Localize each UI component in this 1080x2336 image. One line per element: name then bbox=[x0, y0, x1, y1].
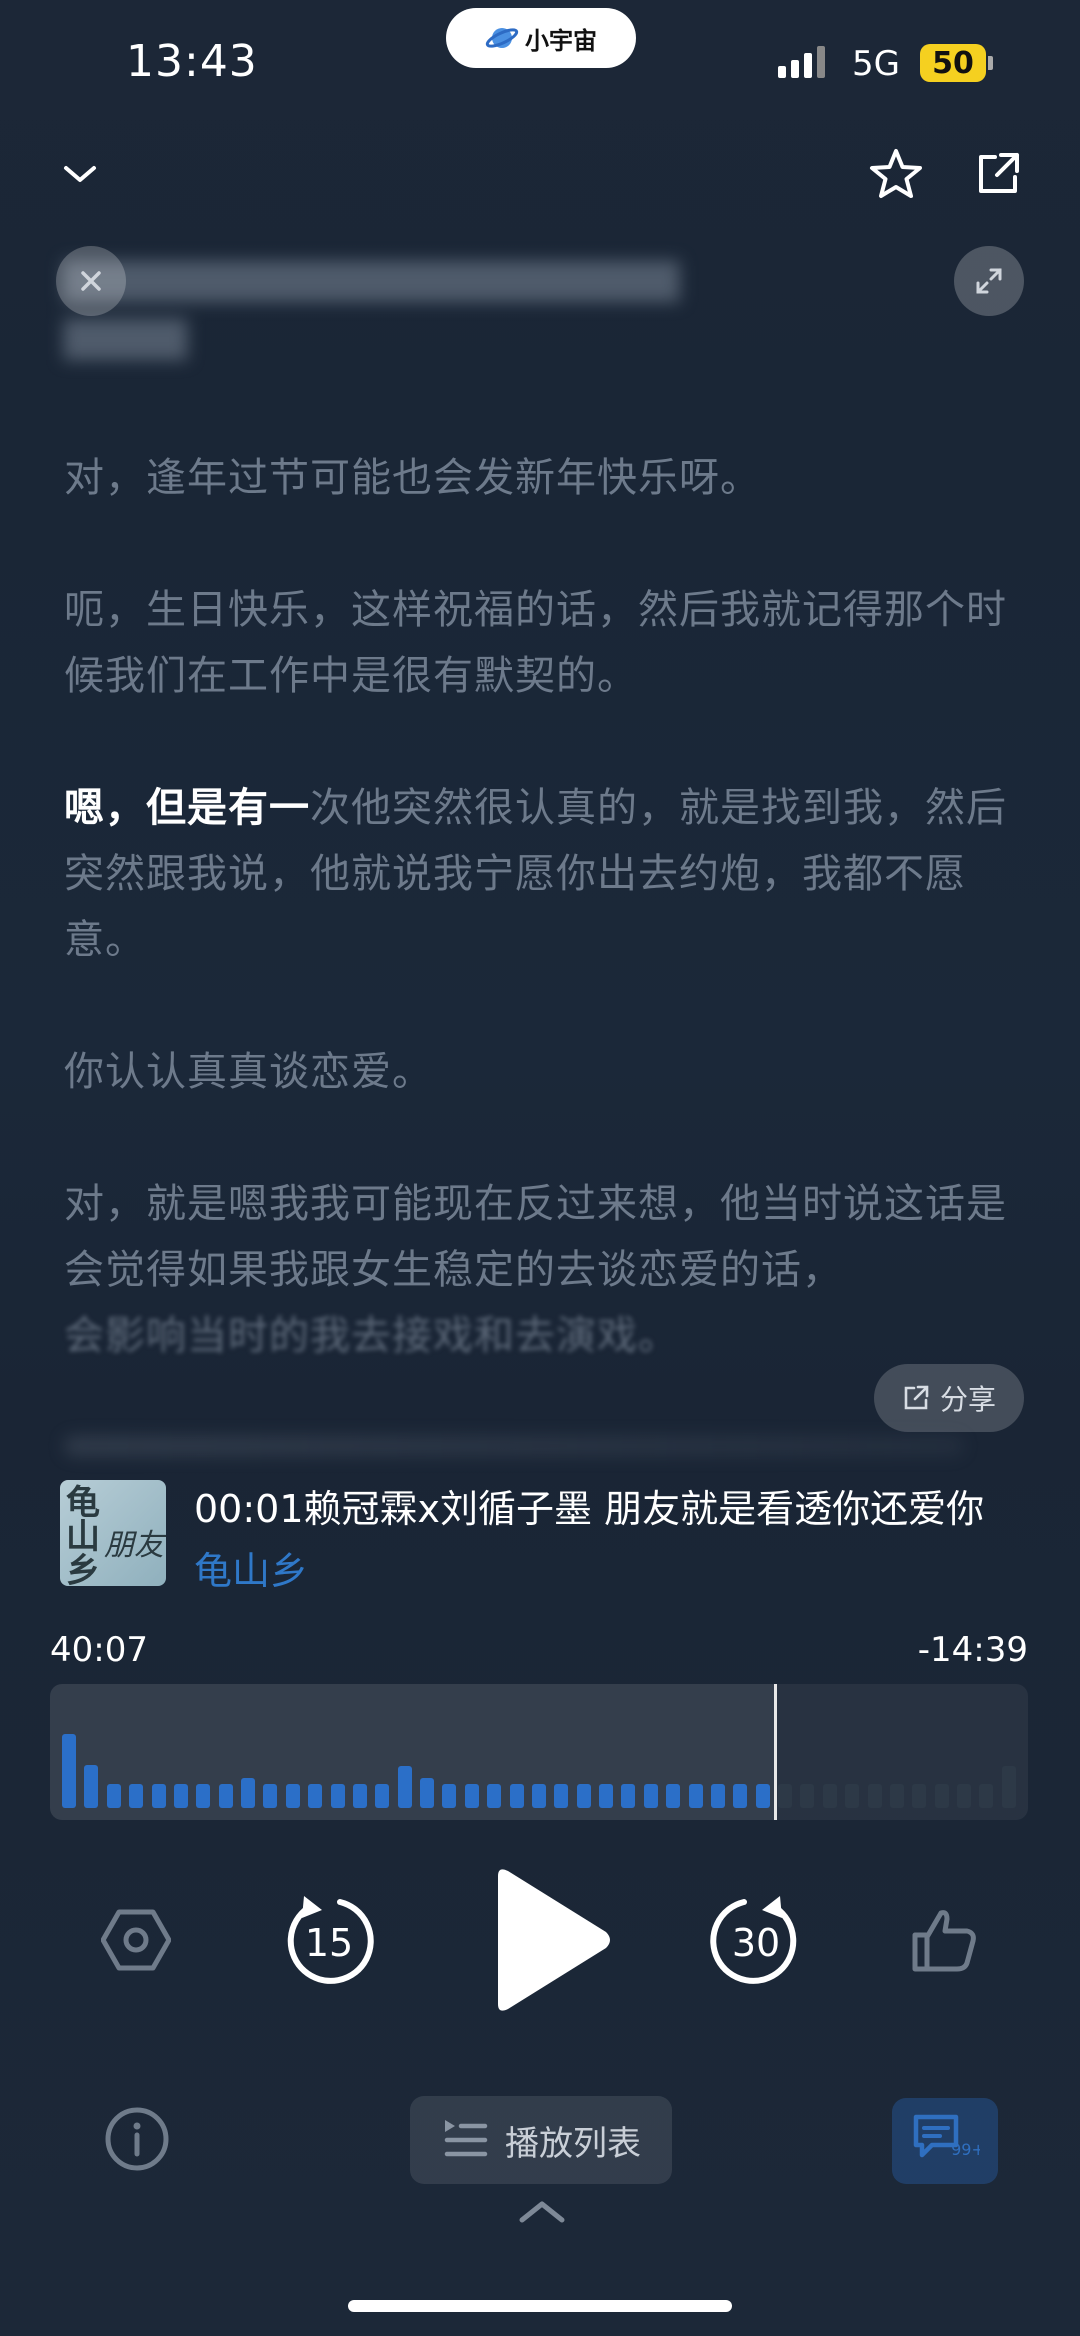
waveform-bar bbox=[599, 1784, 613, 1808]
waveform-bar bbox=[487, 1784, 502, 1808]
paragraph-fade-text: 会影响当时的我去接戏和去演戏。 bbox=[64, 1313, 679, 1359]
rewind-icon: 15 bbox=[287, 1896, 374, 1984]
transcript-paragraph: 对，就是嗯我我可能现在反过来想，他当时说这话是会觉得如果我跟女生稳定的去谈恋爱的… bbox=[64, 1171, 1024, 1369]
waveform-bar bbox=[173, 1784, 188, 1808]
comments-button[interactable]: 99+ bbox=[892, 2098, 998, 2184]
waveform-bar bbox=[845, 1784, 860, 1808]
waveform-bar bbox=[531, 1784, 546, 1808]
transcript-paragraph: 对，逢年过节可能也会发新年快乐呀。 bbox=[64, 455, 761, 501]
waveform-bar bbox=[218, 1784, 233, 1808]
app-pill[interactable]: 小宇宙 bbox=[446, 8, 636, 68]
battery-level: 50 bbox=[920, 44, 986, 82]
star-icon[interactable] bbox=[866, 144, 926, 204]
waveform-bar bbox=[464, 1784, 479, 1808]
waveform-bar bbox=[1001, 1766, 1016, 1808]
waveform-bar bbox=[822, 1784, 837, 1808]
home-indicator[interactable] bbox=[348, 2300, 732, 2312]
network-type: 5G bbox=[852, 44, 900, 84]
comment-count-badge: 99+ bbox=[951, 2140, 980, 2159]
podcast-cover[interactable]: 龟山乡 朋友 bbox=[60, 1480, 166, 1586]
waveform-bars bbox=[62, 1688, 1016, 1808]
rewind-15-button[interactable]: 15 bbox=[278, 1890, 378, 1990]
playlist-label: 播放列表 bbox=[505, 2123, 641, 2164]
waveform-bar bbox=[352, 1784, 367, 1808]
waveform-bar bbox=[285, 1784, 300, 1808]
waveform-bar bbox=[778, 1784, 792, 1808]
rewind-seconds: 15 bbox=[305, 1921, 353, 1965]
waveform-progress[interactable] bbox=[50, 1684, 1028, 1820]
waveform-bar bbox=[710, 1784, 725, 1808]
battery-tip bbox=[988, 56, 993, 70]
waveform-bar bbox=[867, 1784, 882, 1808]
play-icon bbox=[498, 1869, 610, 2011]
status-time: 13:43 bbox=[126, 36, 258, 87]
waveform-bar bbox=[643, 1784, 658, 1808]
waveform-bar bbox=[733, 1784, 748, 1808]
settings-hexagon-icon[interactable] bbox=[96, 1900, 176, 1980]
waveform-bar bbox=[151, 1784, 166, 1808]
paragraph-text: 对，就是嗯我我可能现在反过来想，他当时说这话是会觉得如果我跟女生稳定的去谈恋爱的… bbox=[64, 1181, 1007, 1293]
comment-icon: 99+ bbox=[913, 2114, 980, 2159]
waveform-bar bbox=[84, 1764, 99, 1808]
waveform-bar bbox=[688, 1784, 703, 1808]
forward-seconds: 30 bbox=[732, 1921, 780, 1965]
transcript-paragraph-current: 嗯，但是有一次他突然很认真的，就是找到我，然后突然跟我说，他就说我宁愿你出去约炮… bbox=[64, 775, 1024, 973]
waveform-bar bbox=[889, 1784, 904, 1808]
waveform-bar bbox=[554, 1784, 569, 1808]
transcript-paragraph: 呃，生日快乐，这样祝福的话，然后我就记得那个时候我们在工作中是很有默契的。 bbox=[64, 587, 1007, 699]
transcript: 对，逢年过节可能也会发新年快乐呀。 呃，生日快乐，这样祝福的话，然后我就记得那个… bbox=[64, 235, 1024, 1369]
waveform-bar bbox=[800, 1784, 815, 1808]
waveform-bar bbox=[957, 1784, 971, 1808]
forward-30-button[interactable]: 30 bbox=[706, 1890, 806, 1990]
waveform-bar bbox=[979, 1784, 994, 1808]
signal-icon bbox=[778, 46, 825, 78]
info-icon[interactable] bbox=[100, 2102, 174, 2176]
podcast-name[interactable]: 龟山乡 bbox=[194, 1540, 308, 1595]
thumbs-up-icon[interactable] bbox=[904, 1900, 984, 1980]
chevron-down-icon[interactable] bbox=[50, 144, 110, 204]
episode-title[interactable]: 00:01赖冠霖x刘循子墨 朋友就是看透你还爱你 bbox=[194, 1478, 1014, 1533]
share-out-icon bbox=[904, 1385, 929, 1410]
waveform-bar bbox=[196, 1784, 211, 1808]
waveform-bar bbox=[934, 1784, 949, 1808]
share-button[interactable]: 分享 bbox=[874, 1364, 1024, 1432]
blurred-next-text bbox=[64, 1436, 964, 1456]
waveform-bar bbox=[106, 1784, 121, 1808]
current-word-highlight: 嗯，但是有一 bbox=[64, 785, 310, 831]
playlist-button[interactable]: 播放列表 bbox=[410, 2096, 672, 2184]
forward-icon: 30 bbox=[710, 1896, 797, 1984]
play-button[interactable] bbox=[486, 1862, 616, 2018]
planet-icon bbox=[485, 28, 519, 48]
share-label: 分享 bbox=[939, 1383, 996, 1416]
waveform-bar bbox=[755, 1784, 770, 1808]
waveform-bar bbox=[397, 1766, 412, 1808]
waveform-bar bbox=[442, 1784, 457, 1808]
playhead[interactable] bbox=[773, 1684, 777, 1820]
waveform-bar bbox=[576, 1784, 591, 1808]
playlist-icon bbox=[444, 2120, 488, 2157]
waveform-bar bbox=[666, 1784, 681, 1808]
waveform-bar bbox=[375, 1784, 390, 1808]
waveform-bar bbox=[330, 1784, 345, 1808]
cover-title: 龟山乡 bbox=[66, 1483, 100, 1586]
waveform-bar bbox=[62, 1733, 76, 1808]
share-out-icon[interactable] bbox=[968, 144, 1028, 204]
waveform-bar bbox=[241, 1778, 255, 1808]
remaining-time: -14:39 bbox=[917, 1630, 1028, 1670]
chevron-up-icon[interactable] bbox=[516, 2196, 568, 2230]
waveform-bar bbox=[509, 1784, 524, 1808]
waveform-bar bbox=[912, 1784, 927, 1808]
cover-subtitle: 朋友 bbox=[104, 1528, 164, 1563]
waveform-bar bbox=[621, 1784, 636, 1808]
waveform-bar bbox=[129, 1784, 144, 1808]
elapsed-time: 40:07 bbox=[50, 1630, 148, 1670]
transcript-paragraph: 你认认真真谈恋爱。 bbox=[64, 1049, 433, 1095]
waveform-bar bbox=[308, 1784, 323, 1808]
waveform-bar bbox=[420, 1778, 434, 1808]
app-name: 小宇宙 bbox=[525, 26, 597, 55]
waveform-bar bbox=[263, 1784, 278, 1808]
